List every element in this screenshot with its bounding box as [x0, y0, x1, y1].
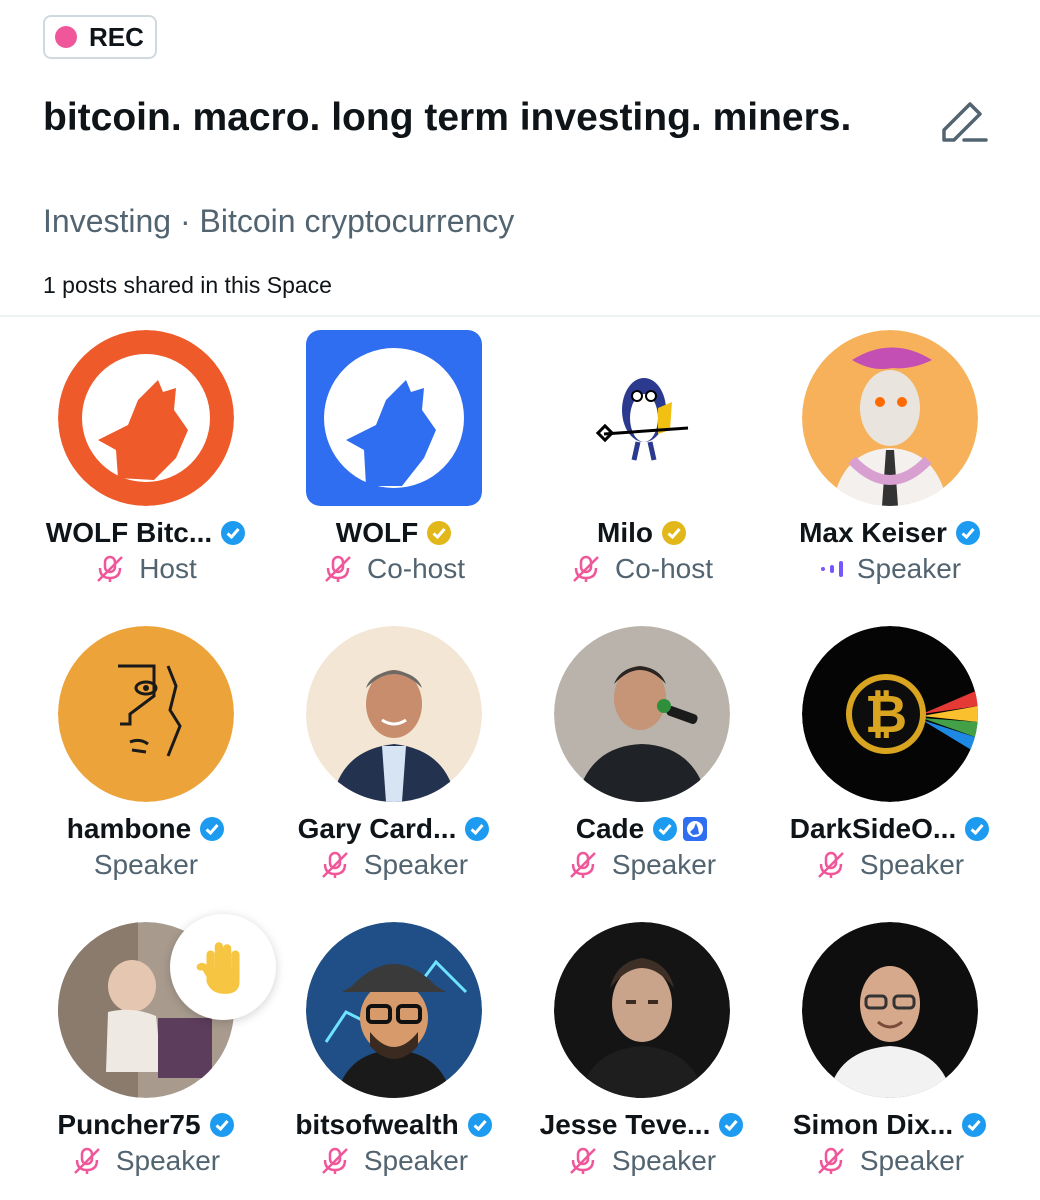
verified-badge-blue-icon	[200, 817, 225, 841]
microphone-muted-icon	[817, 851, 844, 878]
participant-role: Speaker	[859, 1145, 965, 1176]
participant-card[interactable]: Max Keiser Speaker	[766, 330, 1014, 626]
participant-name: bitsofwealth	[295, 1109, 459, 1140]
participant-role: Speaker	[611, 1145, 717, 1176]
avatar	[306, 626, 482, 802]
participant-card[interactable]: Jesse Teve... Speaker	[518, 922, 766, 1200]
participant-card[interactable]: Puncher75 Speaker	[22, 914, 276, 1200]
microphone-muted-icon	[817, 1147, 844, 1174]
participant-role: Speaker	[115, 1145, 221, 1176]
avatar: ₿	[802, 626, 978, 802]
recording-badge: REC	[43, 15, 157, 59]
microphone-muted-icon	[325, 555, 351, 582]
microphone-muted-icon	[321, 1147, 348, 1174]
svg-text:₿: ₿	[865, 685, 907, 745]
avatar	[802, 922, 978, 1098]
participant-name: hambone	[66, 813, 192, 844]
avatar	[306, 922, 482, 1098]
posts-shared-link[interactable]: 1 posts shared in this Space	[43, 270, 332, 300]
recording-dot-icon	[55, 26, 77, 48]
participant-card[interactable]: bitsofwealth Speaker	[270, 922, 518, 1200]
microphone-muted-icon	[97, 555, 124, 582]
verified-badge-blue-icon	[719, 1113, 744, 1137]
participant-name: WOLF	[335, 517, 419, 548]
microphone-muted-icon	[73, 1147, 100, 1174]
avatar	[58, 626, 234, 802]
participant-role: Speaker	[856, 553, 962, 584]
microphone-muted-icon	[321, 851, 348, 878]
verified-badge-blue-icon	[221, 521, 246, 545]
raised-hand-reaction	[170, 914, 276, 1020]
avatar	[554, 626, 730, 802]
participant-role: Speaker	[363, 1145, 469, 1176]
verified-badge-blue-icon	[962, 1113, 987, 1137]
participant-role: Speaker	[363, 849, 469, 880]
avatar	[306, 330, 482, 506]
verified-badge-blue-icon	[209, 1113, 234, 1137]
microphone-muted-icon	[573, 555, 599, 582]
verified-badge-gold-icon	[427, 521, 452, 545]
participant-name: Max Keiser	[799, 517, 947, 548]
participant-role: Speaker	[859, 849, 965, 880]
verified-badge-blue-icon	[955, 521, 980, 545]
verified-badge-blue-icon	[653, 817, 678, 841]
participant-role: Co-host	[614, 553, 714, 584]
participant-role: Speaker	[611, 849, 717, 880]
audio-wave-icon	[820, 561, 843, 577]
participant-role: Co-host	[366, 553, 466, 584]
space-title: bitcoin. macro. long term investing. min…	[43, 96, 852, 139]
participant-card[interactable]: ₿ DarkSideO... Speaker	[766, 626, 1014, 922]
participant-card[interactable]: Milo Co-host	[518, 330, 766, 626]
avatar	[58, 330, 234, 506]
participant-name: DarkSideO...	[789, 813, 957, 844]
microphone-muted-icon	[569, 851, 596, 878]
avatar	[554, 330, 730, 506]
participant-name: Gary Card...	[297, 813, 457, 844]
participant-name: Puncher75	[57, 1109, 201, 1140]
pencil-icon[interactable]	[936, 96, 992, 152]
participant-name: WOLF Bitc...	[45, 517, 213, 548]
participant-name: Cade	[575, 813, 645, 844]
participant-card[interactable]: Cade Speaker	[518, 626, 766, 922]
verified-badge-blue-icon	[965, 817, 990, 841]
participant-name: Jesse Teve...	[539, 1109, 711, 1140]
participant-card[interactable]: Gary Card... Speaker	[270, 626, 518, 922]
verified-badge-blue-icon	[467, 1113, 492, 1137]
raised-hand-icon	[196, 942, 240, 994]
participant-role: Host	[139, 553, 197, 584]
participant-card[interactable]: WOLF Bitc... Host	[22, 330, 270, 626]
participant-name: Simon Dix...	[792, 1109, 954, 1140]
participant-card[interactable]: Simon Dix... Speaker	[766, 922, 1014, 1200]
space-topics[interactable]: Investing · Bitcoin cryptocurrency	[43, 200, 514, 242]
participant-name: Milo	[597, 517, 653, 548]
microphone-muted-icon	[569, 1147, 596, 1174]
verified-badge-blue-icon	[465, 817, 490, 841]
wolf-affiliate-badge-icon	[683, 817, 708, 841]
participant-card[interactable]: hambone Speaker	[22, 626, 270, 922]
avatar	[802, 330, 978, 506]
participant-card[interactable]: WOLF Co-host	[270, 330, 518, 626]
participants-grid: WOLF Bitc... Host WOLF Co-host Milo Co-h…	[22, 330, 1014, 1200]
verified-badge-gold-icon	[662, 521, 686, 545]
avatar	[554, 922, 730, 1098]
divider	[0, 315, 1040, 317]
recording-label: REC	[89, 21, 144, 52]
participant-role: Speaker	[93, 849, 199, 880]
